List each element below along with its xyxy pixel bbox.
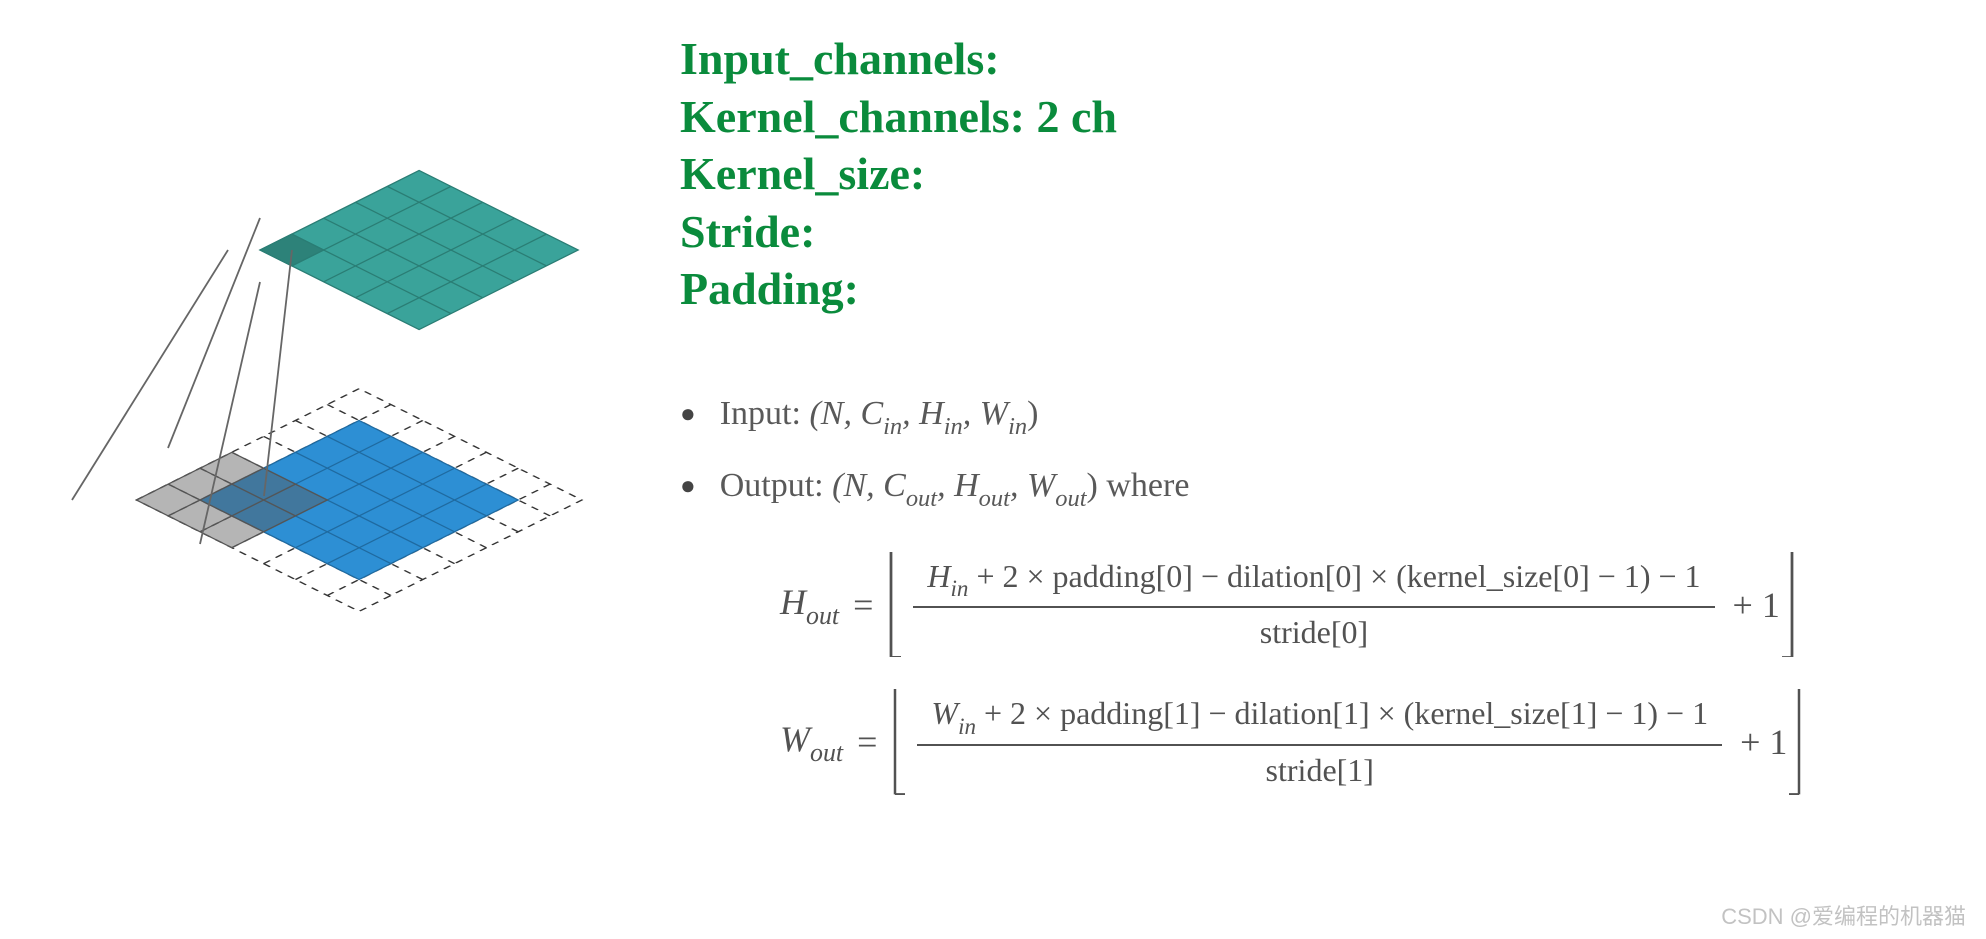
watermark-text: CSDN @爱编程的机器猫	[1721, 899, 1966, 931]
param-padding: Padding:	[680, 260, 1117, 318]
h-out-formula: Hout = Hin + 2 × padding[0] − dilation[0…	[780, 552, 1930, 657]
floor-right-icon	[1780, 552, 1796, 657]
floor-left-icon	[887, 552, 903, 657]
output-size-formulas: Hout = Hin + 2 × padding[0] − dilation[0…	[780, 520, 1930, 827]
bullet-icon: ●	[680, 401, 696, 427]
param-kernel-channels: Kernel_channels: 2 ch	[680, 88, 1117, 146]
conv-diagram	[60, 100, 660, 700]
bullet-icon: ●	[680, 473, 696, 499]
conv-params: Input_channels: Kernel_channels: 2 ch Ke…	[680, 30, 1117, 318]
floor-left-icon	[891, 689, 907, 794]
shape-bullets: ● Input: (N, Cin, Hin, Win) ● Output: (N…	[680, 395, 1189, 539]
param-kernel-size: Kernel_size:	[680, 145, 1117, 203]
param-input-channels: Input_channels:	[680, 30, 1117, 88]
floor-right-icon	[1787, 689, 1803, 794]
output-label: Output:	[720, 467, 824, 504]
param-stride: Stride:	[680, 203, 1117, 261]
output-shape-row: ● Output: (N, Cout, Hout, Wout) where	[680, 467, 1189, 511]
input-shape-row: ● Input: (N, Cin, Hin, Win)	[680, 395, 1189, 439]
w-out-formula: Wout = Win + 2 × padding[1] − dilation[1…	[780, 689, 1930, 794]
input-label: Input:	[720, 395, 801, 432]
